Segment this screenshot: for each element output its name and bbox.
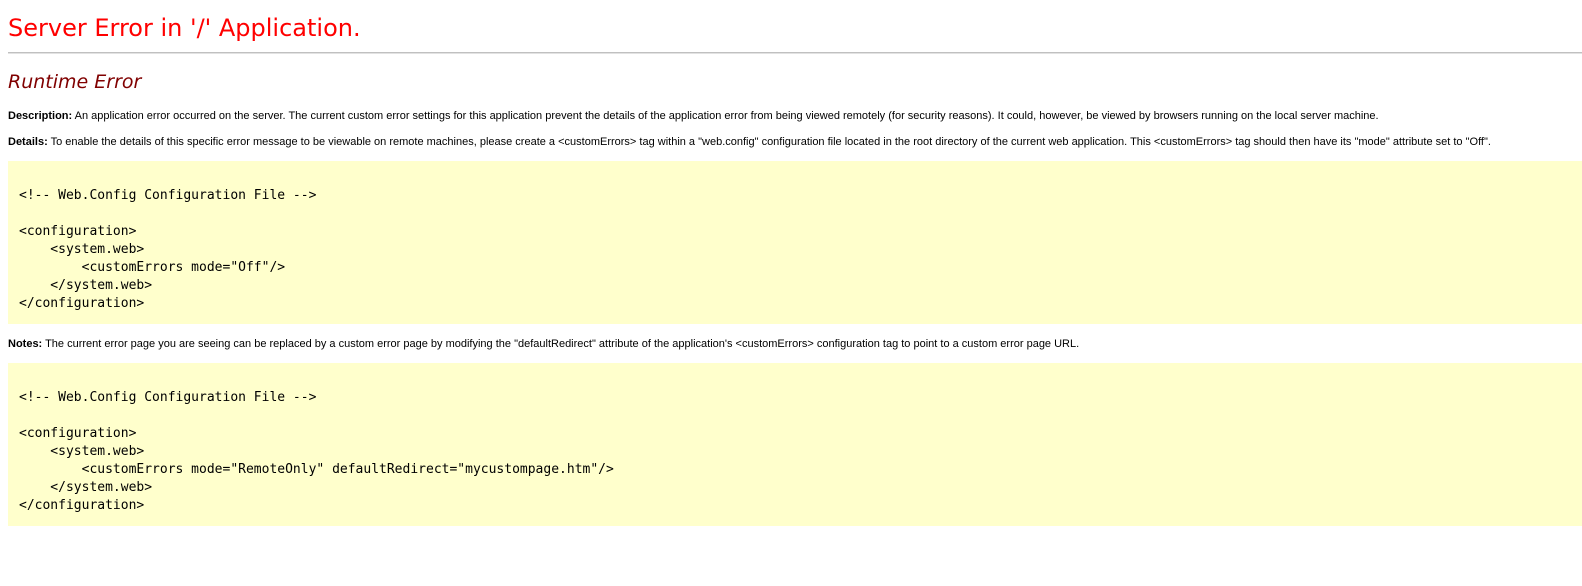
notes-text: The current error page you are seeing ca…: [42, 338, 1080, 350]
notes-paragraph: Notes: The current error page you are se…: [8, 337, 1079, 351]
title-divider: [8, 52, 1582, 54]
error-page: Server Error in '/' Application. Runtime…: [0, 0, 1582, 586]
description-text: An application error occurred on the ser…: [72, 110, 1379, 122]
details-paragraph: Details: To enable the details of this s…: [8, 135, 1491, 149]
error-type-heading: Runtime Error: [8, 71, 142, 93]
code-block-text: <!-- Web.Config Configuration File --> <…: [19, 188, 317, 311]
page-title: Server Error in '/' Application.: [8, 14, 361, 42]
description-label: Description:: [8, 110, 73, 122]
notes-label: Notes:: [8, 338, 43, 350]
config-code-block-remote-only: <!-- Web.Config Configuration File --> <…: [8, 363, 1582, 526]
details-text: To enable the details of this specific e…: [47, 136, 1491, 148]
code-block-text: <!-- Web.Config Configuration File --> <…: [19, 390, 614, 513]
config-code-block-custom-errors-off: <!-- Web.Config Configuration File --> <…: [8, 161, 1582, 324]
details-label: Details:: [8, 136, 48, 148]
description-paragraph: Description: An application error occurr…: [8, 109, 1379, 123]
